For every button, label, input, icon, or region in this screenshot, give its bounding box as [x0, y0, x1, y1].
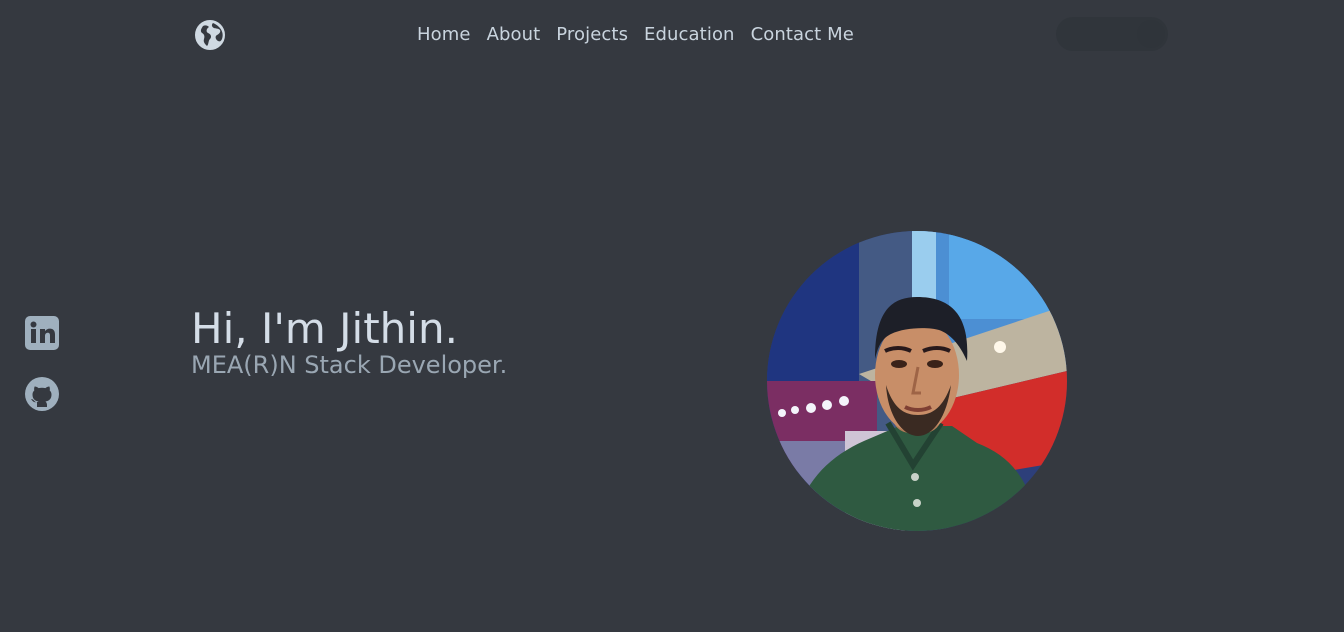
linkedin-svg — [25, 316, 59, 350]
nav-link-home[interactable]: Home — [417, 22, 471, 48]
github-svg — [25, 377, 59, 411]
linkedin-icon[interactable] — [24, 315, 60, 351]
globe-icon[interactable] — [194, 19, 226, 51]
theme-toggle[interactable] — [1056, 17, 1168, 51]
nav-link-education[interactable]: Education — [644, 22, 735, 48]
nav-link-about[interactable]: About — [487, 22, 541, 48]
hero-intro: Hi, I'm Jithin. MEA(R)N Stack Developer. — [191, 302, 651, 380]
hero-title: Hi, I'm Jithin. — [191, 304, 458, 353]
nav-links: Home About Projects Education Contact Me — [417, 22, 854, 48]
profile-photo-svg — [767, 231, 1067, 531]
profile-photo — [767, 231, 1067, 531]
hero-subtitle: MEA(R)N Stack Developer. — [191, 351, 508, 379]
github-icon[interactable] — [24, 376, 60, 412]
navbar: Home About Projects Education Contact Me — [0, 0, 1344, 70]
nav-link-projects[interactable]: Projects — [556, 22, 628, 48]
nav-link-contact-me[interactable]: Contact Me — [751, 22, 854, 48]
theme-toggle-knob — [1137, 20, 1165, 48]
globe-logo-svg — [195, 20, 225, 50]
social-links — [24, 315, 62, 437]
